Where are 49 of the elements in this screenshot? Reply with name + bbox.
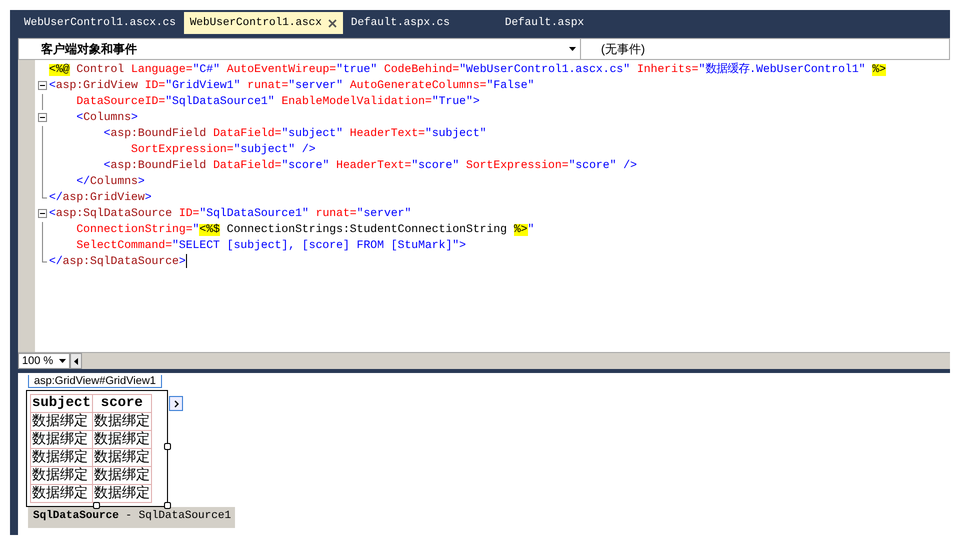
document-tab[interactable]: Default.aspx.cs bbox=[344, 12, 497, 34]
caret-icon bbox=[59, 359, 66, 363]
table-cell: 数据绑定 bbox=[30, 430, 92, 448]
resize-handle[interactable] bbox=[164, 443, 171, 450]
code-line: SelectCommand="SELECT [subject], [score] FROM [StuMark]"> bbox=[75, 238, 467, 254]
scroll-left-button[interactable] bbox=[70, 353, 82, 369]
text-cursor bbox=[186, 254, 187, 268]
code-line: DataSourceID="SqlDataSource1" EnableModelValidation="True"> bbox=[75, 94, 481, 110]
zoom-dropdown[interactable]: 100 % bbox=[18, 353, 70, 369]
table-cell: 数据绑定 bbox=[92, 466, 152, 484]
code-line: <asp:SqlDataSource ID="SqlDataSource1" runat="server" bbox=[49, 206, 412, 222]
resize-handle[interactable] bbox=[164, 502, 171, 509]
code-line: </asp:SqlDataSource> bbox=[49, 254, 188, 270]
code-line: <Columns> bbox=[75, 110, 139, 126]
column-header: score bbox=[92, 394, 152, 412]
left-arrow-icon bbox=[74, 358, 78, 364]
table-cell: 数据绑定 bbox=[30, 484, 92, 502]
document-tab[interactable]: Default.aspx bbox=[498, 12, 651, 34]
code-line: </asp:GridView> bbox=[49, 190, 153, 206]
smart-tag-button[interactable] bbox=[169, 396, 183, 411]
caret-icon bbox=[569, 47, 576, 51]
fold-end-line bbox=[42, 254, 46, 262]
resize-handle[interactable] bbox=[93, 502, 100, 509]
collapse-icon[interactable] bbox=[38, 81, 46, 90]
collapse-icon[interactable] bbox=[38, 113, 46, 122]
document-tab[interactable]: WebUserControl1.ascx.cs bbox=[18, 12, 182, 34]
column-header: subject bbox=[30, 394, 92, 412]
code-line: <asp:BoundField DataField="score" HeaderText="score" SortExpression="score" /> bbox=[102, 158, 638, 174]
code-line: <asp:BoundField DataField="subject" HeaderText="subject" bbox=[102, 126, 488, 142]
chevron-right-icon bbox=[174, 400, 178, 408]
table-cell: 数据绑定 bbox=[92, 448, 152, 466]
fold-end-line bbox=[42, 190, 46, 198]
code-line: SortExpression="subject" /> bbox=[130, 142, 317, 158]
code-line: </Columns> bbox=[75, 174, 146, 190]
object-dropdown[interactable]: 客户端对象和事件 bbox=[19, 39, 581, 59]
table-cell: 数据绑定 bbox=[92, 484, 152, 502]
code-line: <asp:GridView ID="GridView1" runat="server" AutoGenerateColumns="False" bbox=[49, 78, 536, 94]
table-cell: 数据绑定 bbox=[92, 412, 152, 430]
code-line: <%@ Control Language="C#" AutoEventWireup="true" CodeBehind="WebUserControl1.ascx.cs" Inherits="数据缓存.WebUserControl1" %> bbox=[49, 62, 888, 78]
close-icon[interactable] bbox=[328, 18, 337, 28]
table-cell: 数据绑定 bbox=[30, 448, 92, 466]
collapse-icon[interactable] bbox=[38, 209, 46, 218]
table-cell: 数据绑定 bbox=[30, 466, 92, 484]
event-dropdown[interactable]: (无事件) bbox=[581, 39, 949, 59]
document-tab[interactable]: WebUserControl1.ascx bbox=[184, 12, 343, 34]
table-cell: 数据绑定 bbox=[92, 430, 152, 448]
table-cell: 数据绑定 bbox=[30, 412, 92, 430]
element-breadcrumb[interactable]: asp:GridView#GridView1 bbox=[28, 375, 162, 388]
data-source-label[interactable]: SqlDataSource - SqlDataSource1 bbox=[28, 507, 236, 528]
